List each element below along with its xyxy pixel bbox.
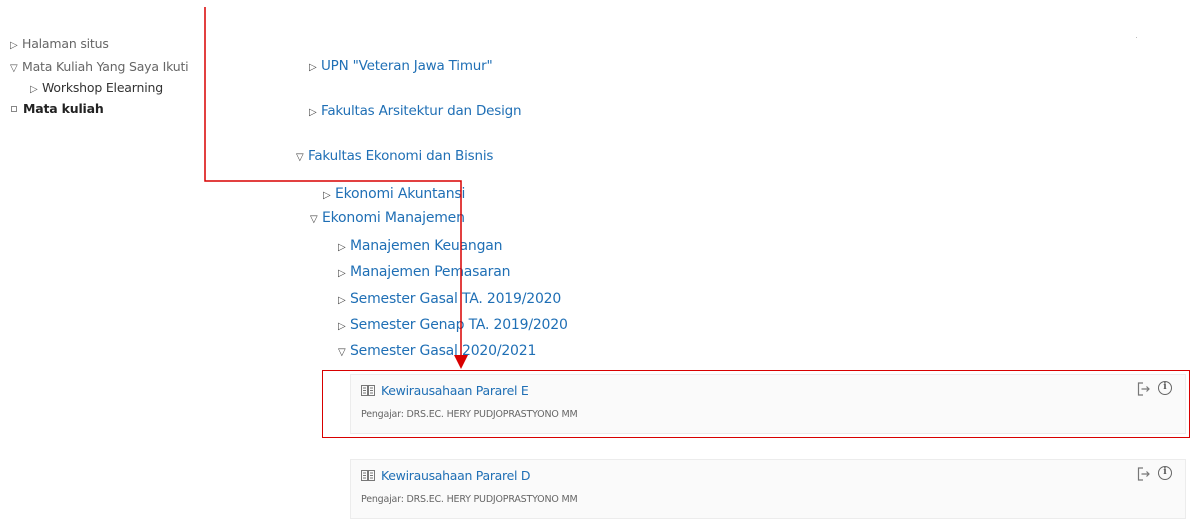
annotation-arrow: [204, 7, 468, 369]
stray-dot: [1136, 37, 1137, 38]
